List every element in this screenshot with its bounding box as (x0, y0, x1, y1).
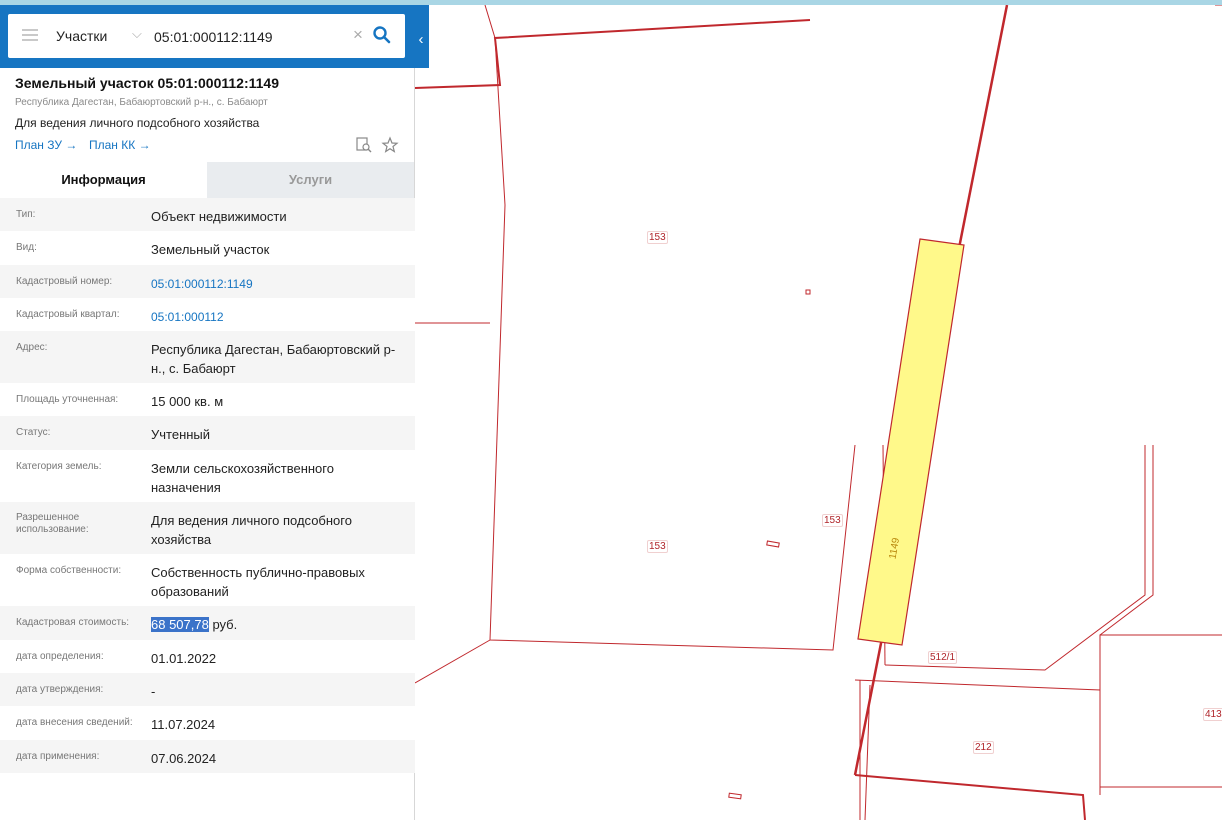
page-title: Земельный участок 05:01:000112:1149 (15, 75, 279, 91)
map-label-parcel: 153 (647, 540, 668, 553)
info-panel: Участки ⌵ × ‹ Земельный участок 05:01:00… (0, 5, 429, 820)
close-icon[interactable]: × (353, 25, 363, 45)
info-label: Вид: (16, 242, 37, 253)
info-row: дата внесения сведений: 11.07.2024 (0, 706, 415, 740)
search-icon[interactable] (372, 25, 392, 45)
info-row: Тип: Объект недвижимости (0, 198, 415, 231)
info-row: дата применения: 07.06.2024 (0, 740, 415, 773)
map-label-parcel: 153 (822, 514, 843, 527)
plan-kk-link[interactable]: План КК → (89, 138, 151, 152)
plan-zu-link[interactable]: План ЗУ → (15, 138, 77, 152)
info-value: Для ведения личного подсобного хозяйства (151, 513, 352, 547)
info-label: дата утверждения: (16, 684, 104, 695)
info-row: Форма собственности: Собственность публи… (0, 554, 415, 606)
search-type-select[interactable]: Участки (56, 28, 107, 44)
info-value: 01.01.2022 (151, 651, 217, 666)
info-value: Земельный участок (151, 242, 270, 257)
info-row: Категория земель: Земли сельскохозяйстве… (0, 450, 415, 502)
info-row: Площадь уточненная: 15 000 кв. м (0, 383, 415, 416)
info-label: Форма собственности: (16, 565, 122, 576)
document-search-icon[interactable] (355, 136, 373, 154)
info-label: Кадастровая стоимость: (16, 617, 130, 628)
info-row: Адрес: Республика Дагестан, Бабаюртовски… (0, 331, 415, 383)
cadastral-quarter-link[interactable]: 05:01:000112 (151, 298, 401, 331)
info-value: - (151, 684, 156, 699)
info-value: Объект недвижимости (151, 209, 287, 224)
info-label: Кадастровый квартал: (16, 309, 120, 320)
map-label-parcel: 153 (647, 231, 668, 244)
info-label: Тип: (16, 209, 36, 220)
info-value: Республика Дагестан, Бабаюртовский р-н.,… (151, 342, 396, 376)
info-label: дата внесения сведений: (16, 717, 133, 728)
menu-icon[interactable] (22, 29, 38, 41)
info-label: Категория земель: (16, 461, 102, 472)
info-row: Кадастровый квартал: 05:01:000112 (0, 298, 415, 331)
info-label: Кадастровый номер: (16, 276, 113, 287)
info-value: Учтенный (151, 427, 211, 442)
info-label: Площадь уточненная: (16, 394, 119, 405)
map-boundaries (415, 5, 1222, 820)
star-icon[interactable] (381, 136, 399, 154)
info-label: Статус: (16, 427, 51, 438)
info-value: Земли сельскохозяйственного назначения (151, 461, 334, 495)
chevron-down-icon[interactable]: ⌵ (132, 26, 142, 42)
purpose-text: Для ведения личного подсобного хозяйства (15, 116, 260, 130)
collapse-panel-button[interactable]: ‹ (414, 29, 428, 51)
plan-zu-label: План ЗУ (15, 138, 62, 152)
plan-kk-label: План КК (89, 138, 136, 152)
info-label: Адрес: (16, 342, 48, 353)
cadastral-value-amount: 68 507,78 (151, 617, 209, 632)
info-value: 07.06.2024 (151, 751, 217, 766)
address-subtitle: Республика Дагестан, Бабаюртовский р-н.,… (15, 97, 268, 108)
map-label-parcel: 512/1 (928, 651, 958, 664)
cadastral-value-unit: руб. (208, 617, 238, 632)
map-label-parcel: 413 (1203, 708, 1222, 721)
search-bar: Участки ⌵ × ‹ (0, 5, 429, 68)
info-value: 15 000 кв. м (151, 394, 224, 409)
search-box: Участки ⌵ × (8, 14, 405, 58)
info-row: Кадастровый номер: 05:01:000112:1149 (0, 265, 415, 298)
info-label: Разрешенное использование: (16, 512, 89, 535)
info-row: Разрешенное использование: Для ведения л… (0, 502, 415, 554)
selected-parcel (857, 238, 965, 646)
info-row: дата определения: 01.01.2022 (0, 640, 415, 673)
info-value: 11.07.2024 (151, 717, 216, 732)
info-row: Кадастровая стоимость: 68 507,78 руб. (0, 606, 415, 640)
info-label: дата применения: (16, 751, 100, 762)
arrow-right-icon: → (138, 138, 151, 152)
info-table: Тип: Объект недвижимости Вид: Земельный … (0, 198, 415, 773)
map-label-parcel: 212 (973, 741, 994, 754)
tab-information[interactable]: Информация (0, 162, 207, 198)
cadastral-number-link[interactable]: 05:01:000112:1149 (151, 265, 401, 298)
info-row: дата утверждения: - (0, 673, 415, 706)
info-value: 68 507,78 руб. (151, 606, 401, 640)
info-row: Вид: Земельный участок (0, 231, 415, 265)
info-label: дата определения: (16, 651, 104, 662)
cadastral-map[interactable]: 153 153 153 1149 512/1 212 413 (415, 5, 1222, 820)
info-row: Статус: Учтенный (0, 416, 415, 450)
info-value: Собственность публично-правовых образова… (151, 565, 365, 599)
tab-services[interactable]: Услуги (207, 162, 414, 198)
tab-bar: Информация Услуги (0, 162, 415, 198)
arrow-right-icon: → (65, 138, 78, 152)
search-input[interactable] (154, 26, 344, 48)
